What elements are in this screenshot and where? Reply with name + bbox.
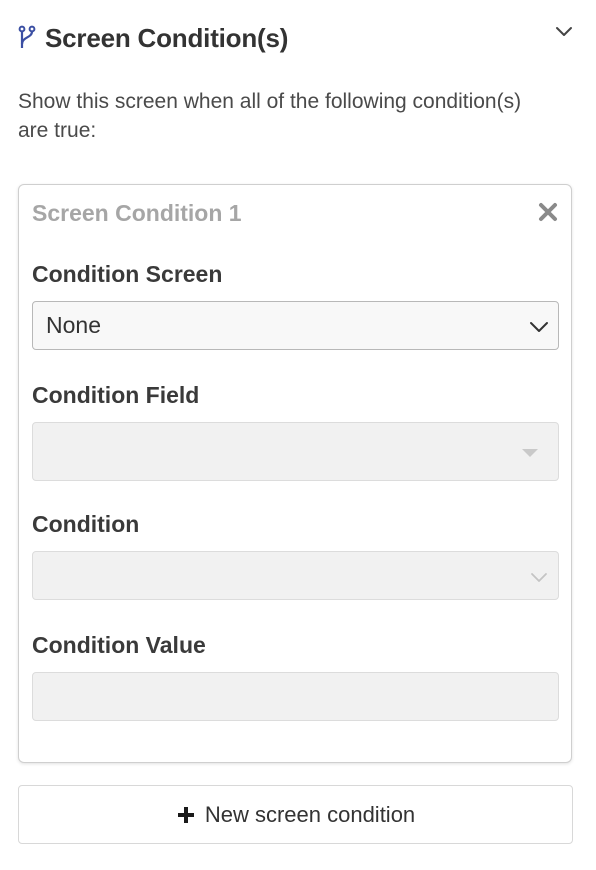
- condition-card: Screen Condition 1 Condition Screen None…: [18, 184, 572, 763]
- condition-screen-value: None: [46, 312, 101, 338]
- condition-value-label: Condition Value: [32, 632, 206, 658]
- condition-screen-label: Condition Screen: [32, 261, 223, 287]
- chevron-down-icon[interactable]: [554, 22, 574, 42]
- condition-select[interactable]: [32, 551, 559, 600]
- condition-screen-select[interactable]: None: [32, 301, 559, 350]
- screen-conditions-panel: Screen Condition(s) Show this screen whe…: [0, 0, 596, 870]
- section-title: Screen Condition(s): [45, 22, 289, 53]
- condition-label: Condition: [32, 511, 140, 537]
- new-screen-condition-button[interactable]: New screen condition: [18, 785, 573, 844]
- chevron-down-icon: [528, 566, 550, 588]
- section-description: Show this screen when all of the followi…: [18, 90, 522, 142]
- condition-value-input[interactable]: [32, 672, 559, 721]
- close-icon[interactable]: [537, 201, 559, 223]
- screen-conditions-header[interactable]: Screen Condition(s): [18, 18, 578, 58]
- caret-down-icon: [522, 449, 538, 457]
- condition-field-select[interactable]: [32, 422, 559, 481]
- condition-field-label: Condition Field: [32, 382, 200, 408]
- chevron-down-icon: [528, 316, 550, 338]
- new-screen-condition-label: New screen condition: [204, 801, 416, 827]
- branch-icon: [18, 25, 38, 51]
- condition-card-title: Screen Condition 1: [32, 200, 242, 226]
- plus-icon: [176, 805, 196, 825]
